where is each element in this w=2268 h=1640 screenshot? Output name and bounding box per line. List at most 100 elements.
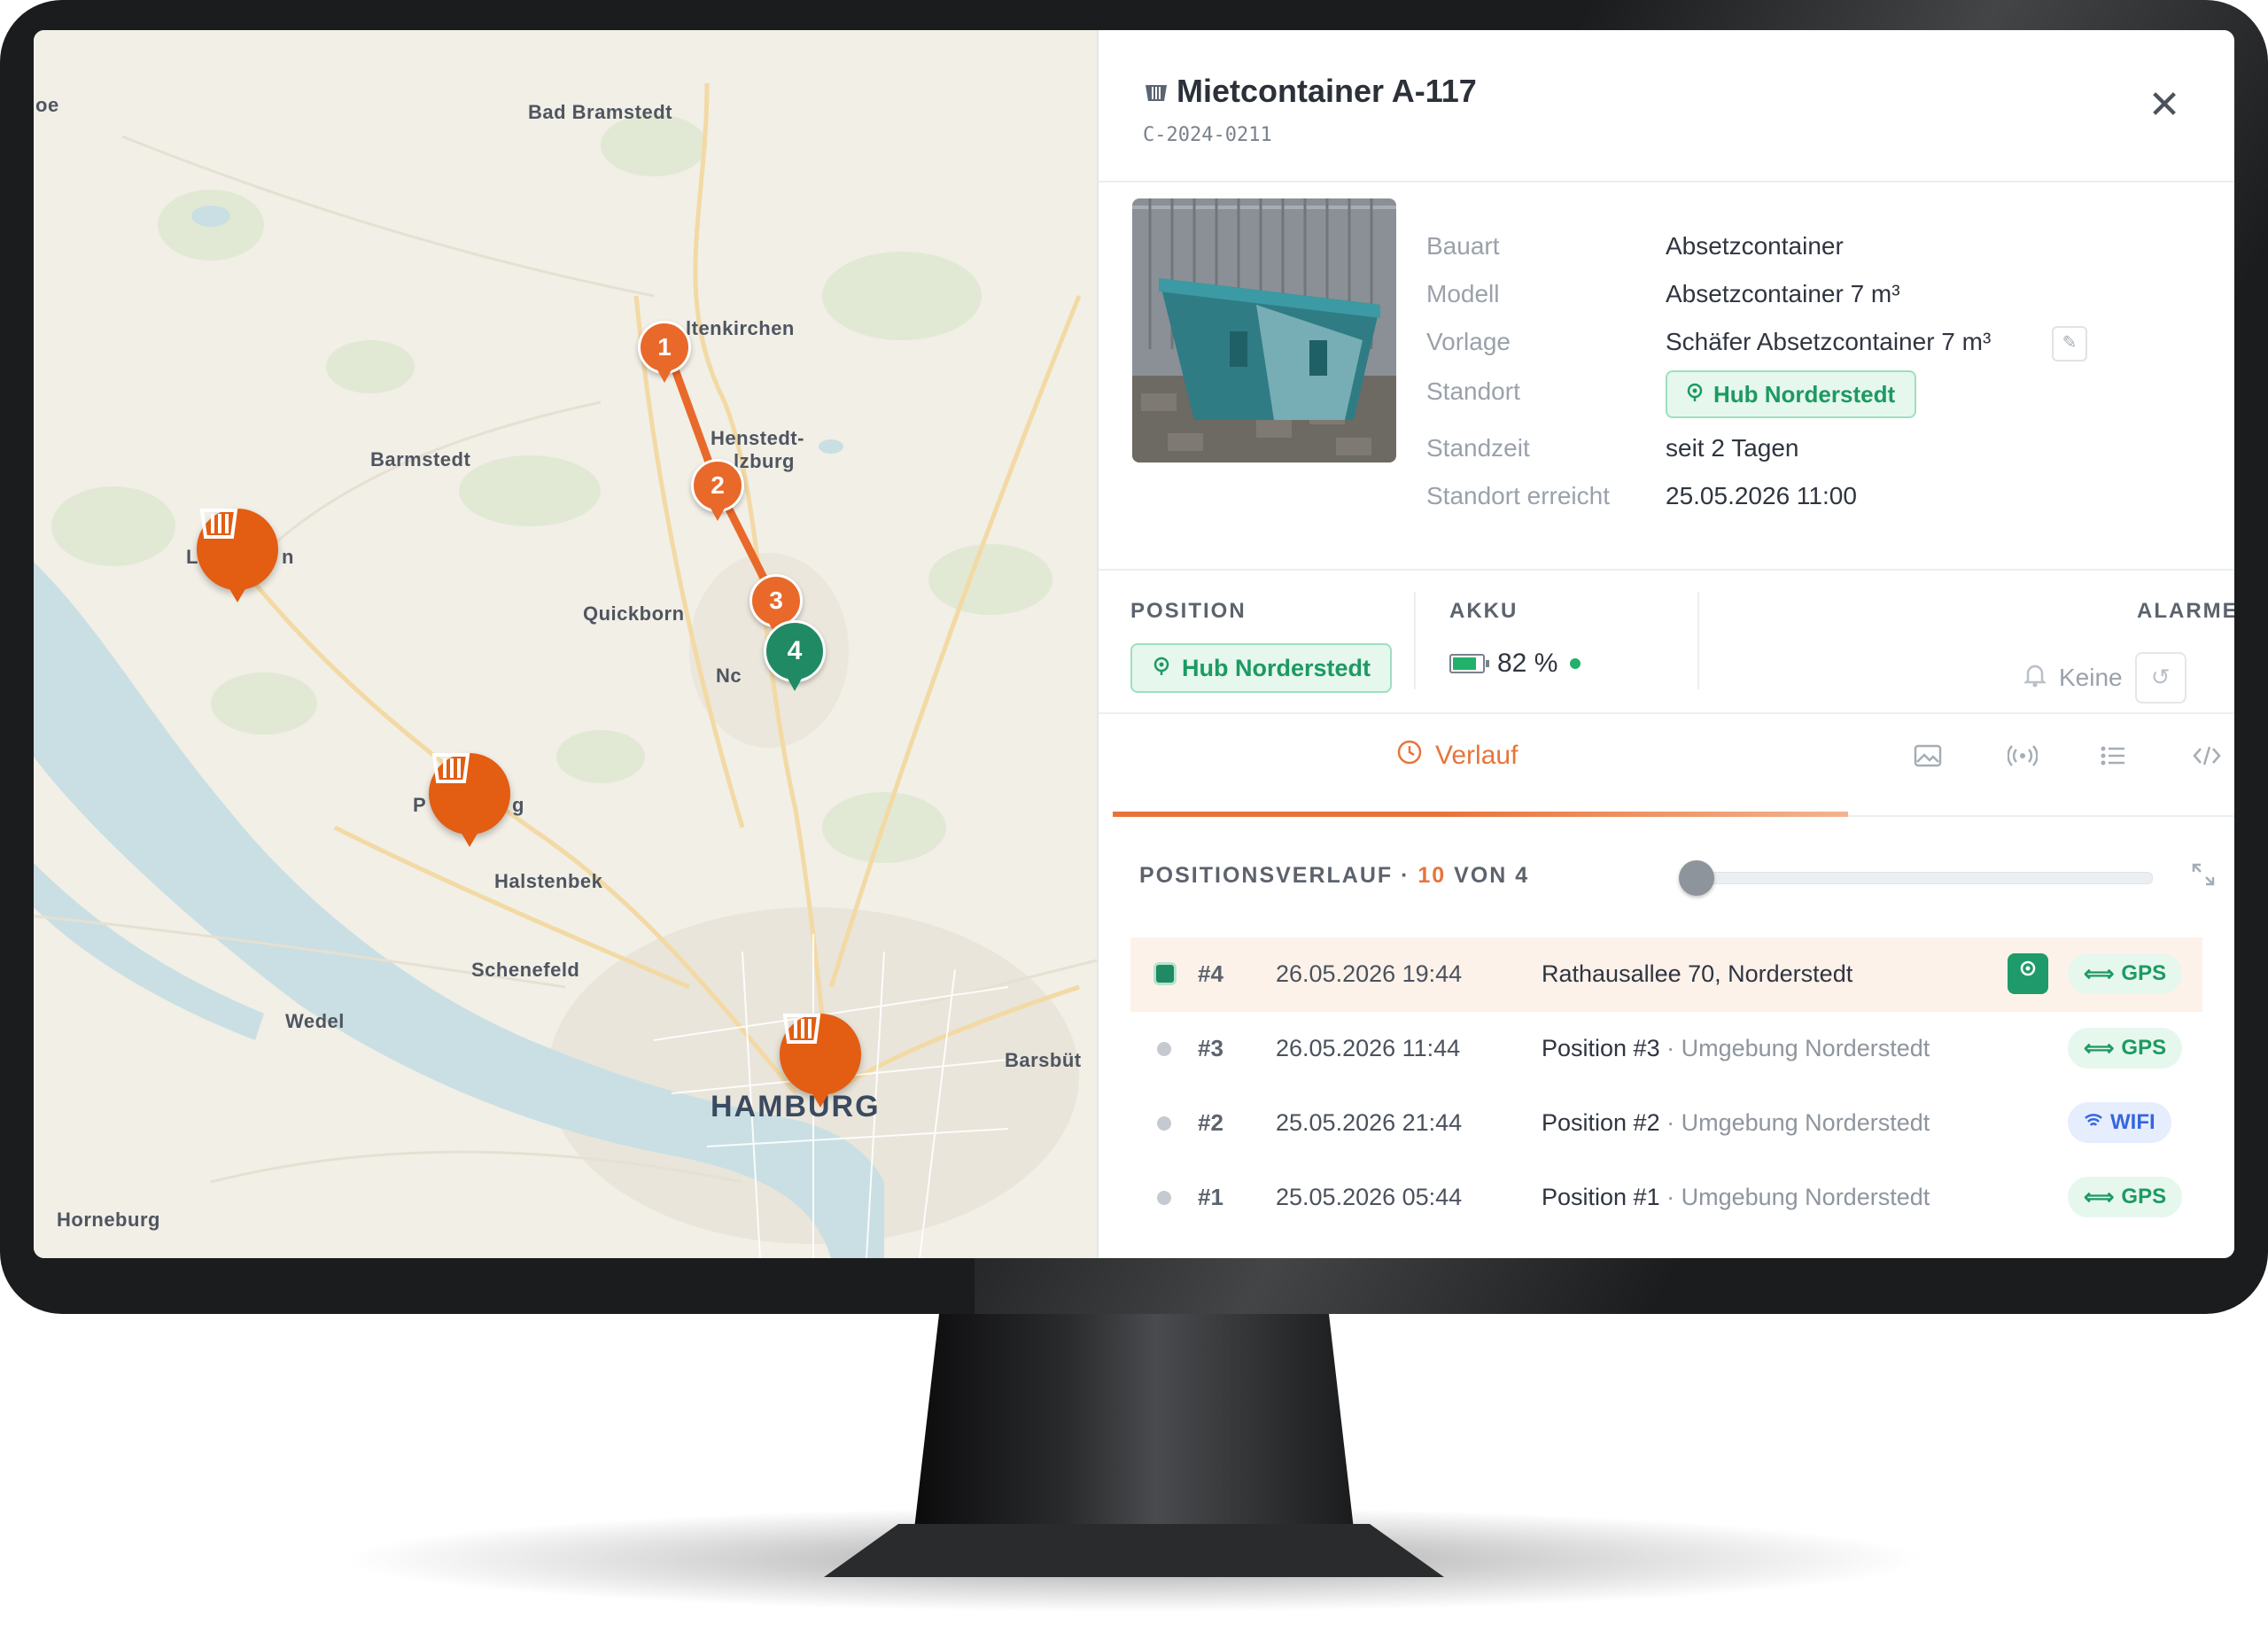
- property-value: Absetzcontainer 7 m³: [1666, 280, 1900, 307]
- clock-icon: [1396, 739, 1423, 773]
- history-time: 26.05.2026 19:44: [1276, 960, 1463, 987]
- current-marker: [1153, 962, 1177, 985]
- property-value: 25.05.2026 11:00: [1666, 482, 1857, 509]
- history-sep: ·: [1393, 863, 1418, 888]
- history-row[interactable]: #3 26.05.2026 11:44 Position #3 · Umgebu…: [1130, 1012, 2202, 1086]
- gps-icon: ⟺: [2084, 961, 2115, 986]
- map-city-label: Nc: [716, 665, 742, 687]
- close-icon[interactable]: ✕: [2142, 83, 2186, 128]
- route-pin-number: 2: [691, 459, 744, 512]
- map-city-label: Schenefeld: [471, 959, 580, 981]
- wifi-icon: [2084, 1110, 2103, 1135]
- map-city-label: Bad Bramstedt: [528, 101, 672, 123]
- tab-indicator: [1113, 812, 1848, 817]
- alarme-label: ALARME: [2137, 599, 2234, 623]
- route-pin-1[interactable]: 1: [638, 321, 691, 388]
- history-num: #3: [1198, 1035, 1223, 1061]
- battery-status: 82 %: [1449, 649, 1581, 679]
- property-value: Schäfer Absetzcontainer 7 m³: [1666, 328, 1992, 355]
- history-num: #2: [1198, 1109, 1223, 1136]
- map-city-label: Quickborn: [583, 602, 685, 625]
- history-time: 25.05.2026 21:44: [1276, 1109, 1463, 1136]
- history-row[interactable]: #2 25.05.2026 21:44 Position #2 · Umgebu…: [1130, 1086, 2202, 1161]
- history-time: 25.05.2026 05:44: [1276, 1184, 1463, 1210]
- map-city-label: oe: [35, 94, 59, 116]
- history-address: Position #1 · Umgebung Norderstedt: [1542, 1184, 1930, 1210]
- battery-value: 82 %: [1497, 649, 1558, 678]
- tab-verlauf[interactable]: Verlauf: [1396, 739, 1518, 773]
- history-time: 26.05.2026 11:44: [1276, 1035, 1461, 1061]
- history-row[interactable]: #1 25.05.2026 05:44 Position #1 · Umgebu…: [1130, 1161, 2202, 1235]
- map-city-label: Halstenbek: [494, 870, 603, 892]
- container-pin[interactable]: [429, 753, 510, 849]
- source-badge-gps: ⟺ GPS: [2068, 953, 2183, 994]
- history-address: Rathausallee 70, Norderstedt: [1542, 960, 1853, 987]
- source-badge-gps: ⟺ GPS: [2068, 1177, 2183, 1217]
- property-label: Vorlage: [1426, 328, 1511, 355]
- history-slider[interactable]: [1679, 860, 2153, 896]
- image-icon[interactable]: [1914, 744, 1942, 773]
- alarm-value: Keine: [2059, 664, 2123, 691]
- container-icon: [1143, 82, 1169, 109]
- code-icon[interactable]: [2192, 744, 2222, 773]
- reset-alarm-button[interactable]: ↺: [2134, 652, 2186, 703]
- route-pin-current[interactable]: 4: [764, 620, 826, 691]
- source-badge-wifi: WIFI: [2068, 1102, 2171, 1143]
- position-chip[interactable]: Hub Norderstedt: [1130, 643, 1393, 693]
- history-title: POSITIONSVERLAUF: [1139, 863, 1394, 888]
- route-pin-number: 3: [750, 574, 803, 627]
- screen: oe Bad Bramstedt ltenkirchen Barmstedt H…: [34, 30, 2234, 1258]
- location-pin-icon: [1685, 381, 1705, 408]
- location-pin-icon[interactable]: [2008, 953, 2048, 994]
- gps-icon: ⟺: [2084, 1185, 2115, 1209]
- history-address: Position #2 · Umgebung Norderstedt: [1542, 1109, 1930, 1136]
- map-canvas: [34, 82, 1097, 1258]
- map-city-label: Barsbüt: [1005, 1049, 1082, 1071]
- battery-icon: [1449, 654, 1489, 673]
- container-pin[interactable]: [197, 509, 278, 604]
- history-marker: [1157, 1116, 1171, 1131]
- container-photo: [1132, 198, 1396, 462]
- history-marker: [1157, 1042, 1171, 1056]
- map-city-label: ltenkirchen: [686, 317, 795, 339]
- edit-icon[interactable]: ✎: [2052, 326, 2087, 361]
- expand-icon[interactable]: [2190, 861, 2217, 894]
- property-label: Standort: [1426, 377, 1520, 405]
- container-pin[interactable]: [780, 1014, 861, 1109]
- detail-panel: Mietcontainer A-117 C-2024-0211 ✕ Bauart: [1097, 30, 2234, 1258]
- map-city-label: g: [512, 794, 524, 816]
- history-of: VON 4: [1446, 863, 1530, 888]
- source-badge-gps: ⟺ GPS: [2068, 1028, 2183, 1069]
- page-title: Mietcontainer A-117: [1177, 73, 1477, 109]
- online-dot: [1570, 658, 1581, 669]
- map-city-label: P: [413, 794, 427, 816]
- history-address: Position #3 · Umgebung Norderstedt: [1542, 1035, 1930, 1061]
- property-value: seit 2 Tagen: [1666, 434, 1799, 462]
- history-row[interactable]: #4 26.05.2026 19:44 Rathausallee 70, Nor…: [1130, 937, 2202, 1012]
- tab-label: Verlauf: [1435, 741, 1518, 770]
- container-icon: [429, 753, 510, 835]
- container-icon: [780, 1014, 861, 1095]
- slider-handle[interactable]: [1679, 860, 1714, 896]
- location-chip-label: Hub Norderstedt: [1713, 380, 1896, 408]
- property-label: Bauart: [1426, 232, 1500, 260]
- signal-icon[interactable]: [2007, 744, 2039, 773]
- history-header: POSITIONSVERLAUF · 10 VON 4: [1139, 863, 1529, 889]
- property-label: Modell: [1426, 280, 1500, 307]
- map-city-label: Henstedt-: [711, 427, 804, 449]
- history-count: 10: [1418, 863, 1447, 888]
- location-chip[interactable]: Hub Norderstedt: [1666, 370, 1917, 418]
- tab-bar: Verlauf: [1113, 712, 2234, 817]
- monitor-stand: [913, 1314, 1355, 1544]
- route-pin-2[interactable]: 2: [691, 459, 744, 526]
- map-city-label: n: [282, 546, 294, 568]
- gps-icon: ⟺: [2084, 1036, 2115, 1061]
- status-strip: POSITION Hub Norderstedt AKKU 82 % ALARM…: [1099, 569, 2234, 714]
- position-chip-label: Hub Norderstedt: [1182, 654, 1371, 681]
- map-view[interactable]: oe Bad Bramstedt ltenkirchen Barmstedt H…: [34, 30, 1097, 1258]
- history-num: #1: [1198, 1184, 1223, 1210]
- list-icon[interactable]: [2100, 744, 2126, 773]
- panel-header: Mietcontainer A-117 C-2024-0211 ✕: [1099, 30, 2234, 183]
- map-city-label: Horneburg: [57, 1209, 160, 1231]
- history-num: #4: [1198, 960, 1223, 987]
